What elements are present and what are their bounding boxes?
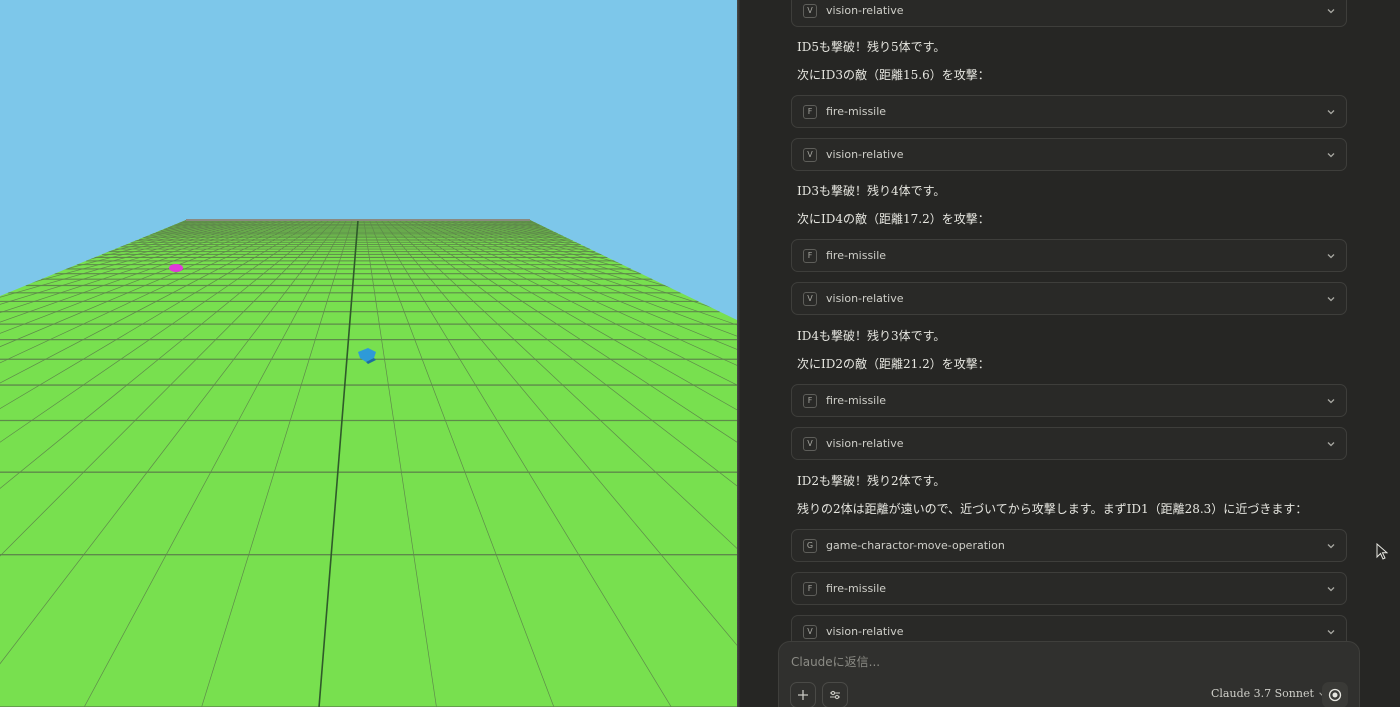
chevron-down-icon — [1327, 441, 1335, 446]
tool-call-fire-missile[interactable]: Ffire-missile — [791, 239, 1347, 272]
assistant-message-text: 次にID2の敵（距離21.2）を攻撃： — [797, 357, 990, 371]
chevron-down-icon — [1327, 253, 1335, 258]
tool-badge: F — [803, 248, 817, 263]
voice-button[interactable] — [1322, 682, 1348, 707]
tool-name: vision-relative — [826, 148, 904, 161]
game-viewport[interactable] — [0, 0, 737, 707]
tool-call-fire-missile[interactable]: Ffire-missile — [791, 572, 1347, 605]
tool-badge: F — [803, 581, 817, 596]
tool-name: vision-relative — [826, 625, 904, 638]
enemy-blob-icon — [169, 264, 183, 272]
tool-name: vision-relative — [826, 437, 904, 450]
sliders-icon — [830, 690, 840, 700]
chevron-down-icon — [1327, 152, 1335, 157]
add-button[interactable] — [790, 682, 816, 707]
tool-badge: G — [803, 538, 817, 553]
chevron-down-icon — [1327, 586, 1335, 591]
tool-call-vision-relative[interactable]: Vvision-relative — [791, 427, 1347, 460]
tool-name: vision-relative — [826, 4, 904, 17]
tool-badge: F — [803, 104, 817, 119]
tool-badge: V — [803, 291, 817, 306]
chevron-down-icon — [1327, 109, 1335, 114]
assistant-message-text: ID5も撃破！残り5体です。 — [797, 40, 946, 54]
tool-name: game-charactor-move-operation — [826, 539, 1005, 552]
tool-name: fire-missile — [826, 249, 887, 262]
mouse-cursor-icon — [1376, 543, 1388, 560]
assistant-message-text: 残りの2体は距離が遠いので、近づいてから攻撃します。まずID1（距離28.3）に… — [797, 502, 1308, 516]
tool-call-game-charactor-move-operation[interactable]: Ggame-charactor-move-operation — [791, 529, 1347, 562]
composer: Claude 3.7 Sonnet — [778, 641, 1360, 707]
tool-badge: V — [803, 3, 817, 18]
chevron-down-icon — [1327, 543, 1335, 548]
model-selector[interactable]: Claude 3.7 Sonnet — [1211, 687, 1326, 700]
tool-name: fire-missile — [826, 105, 887, 118]
tool-call-fire-missile[interactable]: Ffire-missile — [791, 384, 1347, 417]
chevron-down-icon — [1327, 398, 1335, 403]
tool-badge: V — [803, 624, 817, 639]
assistant-message-text: ID4も撃破！残り3体です。 — [797, 329, 946, 343]
voice-icon — [1328, 688, 1342, 702]
tool-badge: V — [803, 436, 817, 451]
tool-name: vision-relative — [826, 292, 904, 305]
tool-badge: V — [803, 147, 817, 162]
tools-button[interactable] — [822, 682, 848, 707]
tool-call-vision-relative[interactable]: Vvision-relative — [791, 0, 1347, 27]
reply-input[interactable] — [791, 653, 1191, 671]
chevron-down-icon — [1327, 629, 1335, 634]
enemy-unit — [169, 264, 183, 272]
game-scene — [0, 219, 737, 707]
model-name: Claude 3.7 Sonnet — [1211, 687, 1314, 700]
chat-panel: Vvision-relative ID5も撃破！残り5体です。次にID3の敵（距離… — [740, 0, 1400, 707]
chevron-down-icon — [1327, 8, 1335, 13]
plus-icon — [798, 690, 808, 700]
assistant-message-text: 次にID4の敵（距離17.2）を攻撃： — [797, 212, 990, 226]
chevron-down-icon — [1327, 296, 1335, 301]
tool-call-vision-relative[interactable]: Vvision-relative — [791, 138, 1347, 171]
tool-call-fire-missile[interactable]: Ffire-missile — [791, 95, 1347, 128]
tool-name: fire-missile — [826, 394, 887, 407]
tool-name: fire-missile — [826, 582, 887, 595]
tool-badge: F — [803, 393, 817, 408]
assistant-message-text: 次にID3の敵（距離15.6）を攻撃： — [797, 68, 990, 82]
assistant-message-text: ID3も撃破！残り4体です。 — [797, 184, 946, 198]
tool-call-vision-relative[interactable]: Vvision-relative — [791, 282, 1347, 315]
assistant-message-text: ID2も撃破！残り2体です。 — [797, 474, 946, 488]
